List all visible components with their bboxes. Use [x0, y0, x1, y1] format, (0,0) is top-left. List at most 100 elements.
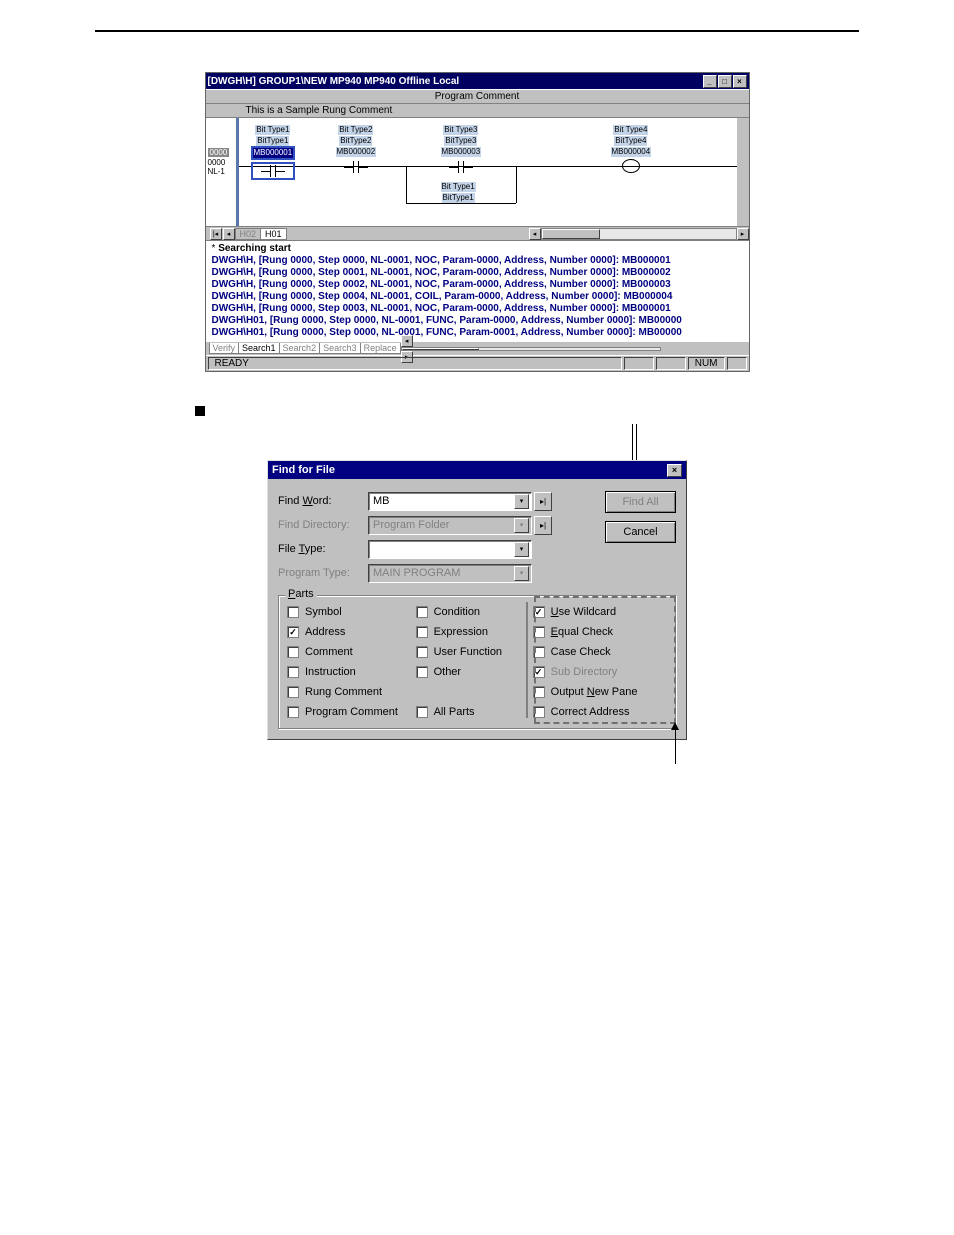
maximize-icon[interactable]: □ [718, 75, 732, 88]
output-panel: * Searching start DWGH\H, [Rung 0000, St… [206, 240, 749, 355]
file-type-label: File Type: [278, 543, 368, 555]
contact-3[interactable]: Bit Type3 BitType3 MB000003 [441, 124, 482, 173]
chevron-down-icon[interactable]: ▾ [514, 494, 529, 509]
branch-vwire-right [516, 166, 517, 203]
find-directory-input: Program Folder ▾ [368, 516, 532, 535]
output-header: Searching start [218, 243, 291, 254]
sample-rung-comment: This is a Sample Rung Comment [206, 104, 749, 118]
rung-comment-checkbox[interactable] [287, 686, 299, 698]
options-divider [526, 602, 528, 718]
status-ready: READY [208, 357, 622, 370]
contact-symbol-icon [261, 165, 285, 177]
ladder-hscroll[interactable]: ◂ ▸ [529, 228, 749, 240]
rung-info: 0000 0000 NL-1 [208, 148, 234, 176]
tab-h01[interactable]: H01 [260, 228, 287, 240]
tab-replace[interactable]: Replace [360, 343, 401, 354]
tab-nav-first-icon[interactable]: |◂ [210, 228, 222, 240]
find-directory-label: Find Directory: [278, 519, 368, 531]
tab-h02[interactable]: H02 [235, 228, 262, 240]
arrow-up-icon [671, 722, 679, 730]
find-for-file-dialog: Find for File × Find All Cancel Find Wor… [267, 460, 687, 740]
app-window: [DWGH\H] GROUP1\NEW MP940 MP940 Offline … [205, 72, 750, 372]
condition-checkbox[interactable] [416, 606, 428, 618]
output-line[interactable]: DWGH\H, [Rung 0000, Step 0004, NL-0001, … [212, 291, 743, 303]
contact-symbol-icon [449, 161, 473, 173]
sub-directory-checkbox [533, 666, 545, 678]
other-checkbox[interactable] [416, 666, 428, 678]
dialog-title: Find for File [272, 464, 335, 476]
parts-groupbox: Parts Symbol Address Comment Instruction… [278, 595, 676, 729]
callout-line [675, 730, 676, 764]
tab-search2[interactable]: Search2 [279, 343, 321, 354]
output-line[interactable]: DWGH\H, [Rung 0000, Step 0003, NL-0001, … [212, 303, 743, 315]
contact-2[interactable]: Bit Type2 BitType2 MB000002 [336, 124, 377, 173]
output-lines[interactable]: * Searching start DWGH\H, [Rung 0000, St… [206, 241, 749, 341]
instruction-checkbox[interactable] [287, 666, 299, 678]
all-parts-checkbox[interactable] [416, 706, 428, 718]
app-titlebar: [DWGH\H] GROUP1\NEW MP940 MP940 Offline … [206, 73, 749, 89]
contact-symbol-icon [344, 161, 368, 173]
ladder-vscroll[interactable] [737, 118, 749, 226]
use-wildcard-checkbox[interactable] [533, 606, 545, 618]
user-function-checkbox[interactable] [416, 646, 428, 658]
program-type-label: Program Type: [278, 567, 368, 579]
chevron-down-icon: ▾ [514, 566, 529, 581]
ladder-area[interactable]: 0000 0000 NL-1 Bit Type1 BitType1 MB0000… [206, 118, 749, 226]
contact-1[interactable]: Bit Type1 BitType1 MB000001 [251, 124, 296, 180]
rung-wire [239, 166, 741, 167]
output-line[interactable]: DWGH\H, [Rung 0000, Step 0001, NL-0001, … [212, 267, 743, 279]
statusbar: READY NUM [206, 355, 749, 371]
chevron-down-icon[interactable]: ▾ [514, 542, 529, 557]
tab-nav-prev-icon[interactable]: ◂ [223, 228, 235, 240]
close-icon[interactable]: × [733, 75, 747, 88]
expression-checkbox[interactable] [416, 626, 428, 638]
find-all-button[interactable]: Find All [605, 491, 676, 513]
browse-button[interactable]: ▸| [534, 516, 552, 535]
equal-check-checkbox[interactable] [533, 626, 545, 638]
symbol-checkbox[interactable] [287, 606, 299, 618]
rung-badge: 0000 [208, 148, 230, 157]
close-icon[interactable]: × [667, 464, 682, 477]
comment-checkbox[interactable] [287, 646, 299, 658]
tab-verify[interactable]: Verify [209, 343, 240, 354]
status-pane [727, 357, 747, 370]
find-word-input[interactable]: MB ▾ [368, 492, 532, 511]
star-icon: * [212, 243, 216, 254]
contact-branch[interactable]: Bit Type1 BitType1 [441, 181, 476, 203]
scroll-left-icon[interactable]: ◂ [401, 335, 413, 347]
output-line[interactable]: DWGH\H, [Rung 0000, Step 0000, NL-0001, … [212, 255, 743, 267]
bullet-icon [195, 406, 205, 416]
scroll-thumb[interactable] [542, 229, 600, 239]
scroll-right-icon[interactable]: ▸ [737, 228, 749, 240]
chevron-down-icon: ▾ [514, 518, 529, 533]
correct-address-checkbox[interactable] [533, 706, 545, 718]
section-rule [95, 30, 859, 32]
minimize-icon[interactable]: _ [703, 75, 717, 88]
branch-vwire-left [406, 166, 407, 203]
status-pane [656, 357, 686, 370]
scroll-left-icon[interactable]: ◂ [529, 228, 541, 240]
browse-button[interactable]: ▸| [534, 492, 552, 511]
client-area: Program Comment This is a Sample Rung Co… [206, 89, 749, 240]
tab-search1[interactable]: Search1 [238, 343, 280, 354]
bullet-block [195, 402, 859, 420]
tab-search3[interactable]: Search3 [319, 343, 361, 354]
dialog-titlebar: Find for File × [268, 461, 686, 479]
parts-label: Parts [285, 588, 317, 600]
branch-hwire [406, 203, 516, 204]
case-check-checkbox[interactable] [533, 646, 545, 658]
dialog-wrap: Find for File × Find All Cancel Find Wor… [95, 460, 859, 740]
program-comment-checkbox[interactable] [287, 706, 299, 718]
output-new-pane-checkbox[interactable] [533, 686, 545, 698]
address-checkbox[interactable] [287, 626, 299, 638]
program-type-input: MAIN PROGRAM ▾ [368, 564, 532, 583]
program-comment-strip: Program Comment [206, 89, 749, 104]
cancel-button[interactable]: Cancel [605, 521, 676, 543]
coil-4[interactable]: Bit Type4 BitType4 MB000004 [611, 124, 652, 173]
output-tabs: Verify Search1 Search2 Search3 Replace ◂… [206, 341, 749, 355]
scroll-thumb[interactable] [402, 348, 479, 350]
output-line[interactable]: DWGH\H, [Rung 0000, Step 0002, NL-0001, … [212, 279, 743, 291]
output-line[interactable]: DWGH\H01, [Rung 0000, Step 0000, NL-0001… [212, 315, 743, 327]
file-type-input[interactable]: ▾ [368, 540, 532, 559]
left-rail [236, 118, 239, 226]
